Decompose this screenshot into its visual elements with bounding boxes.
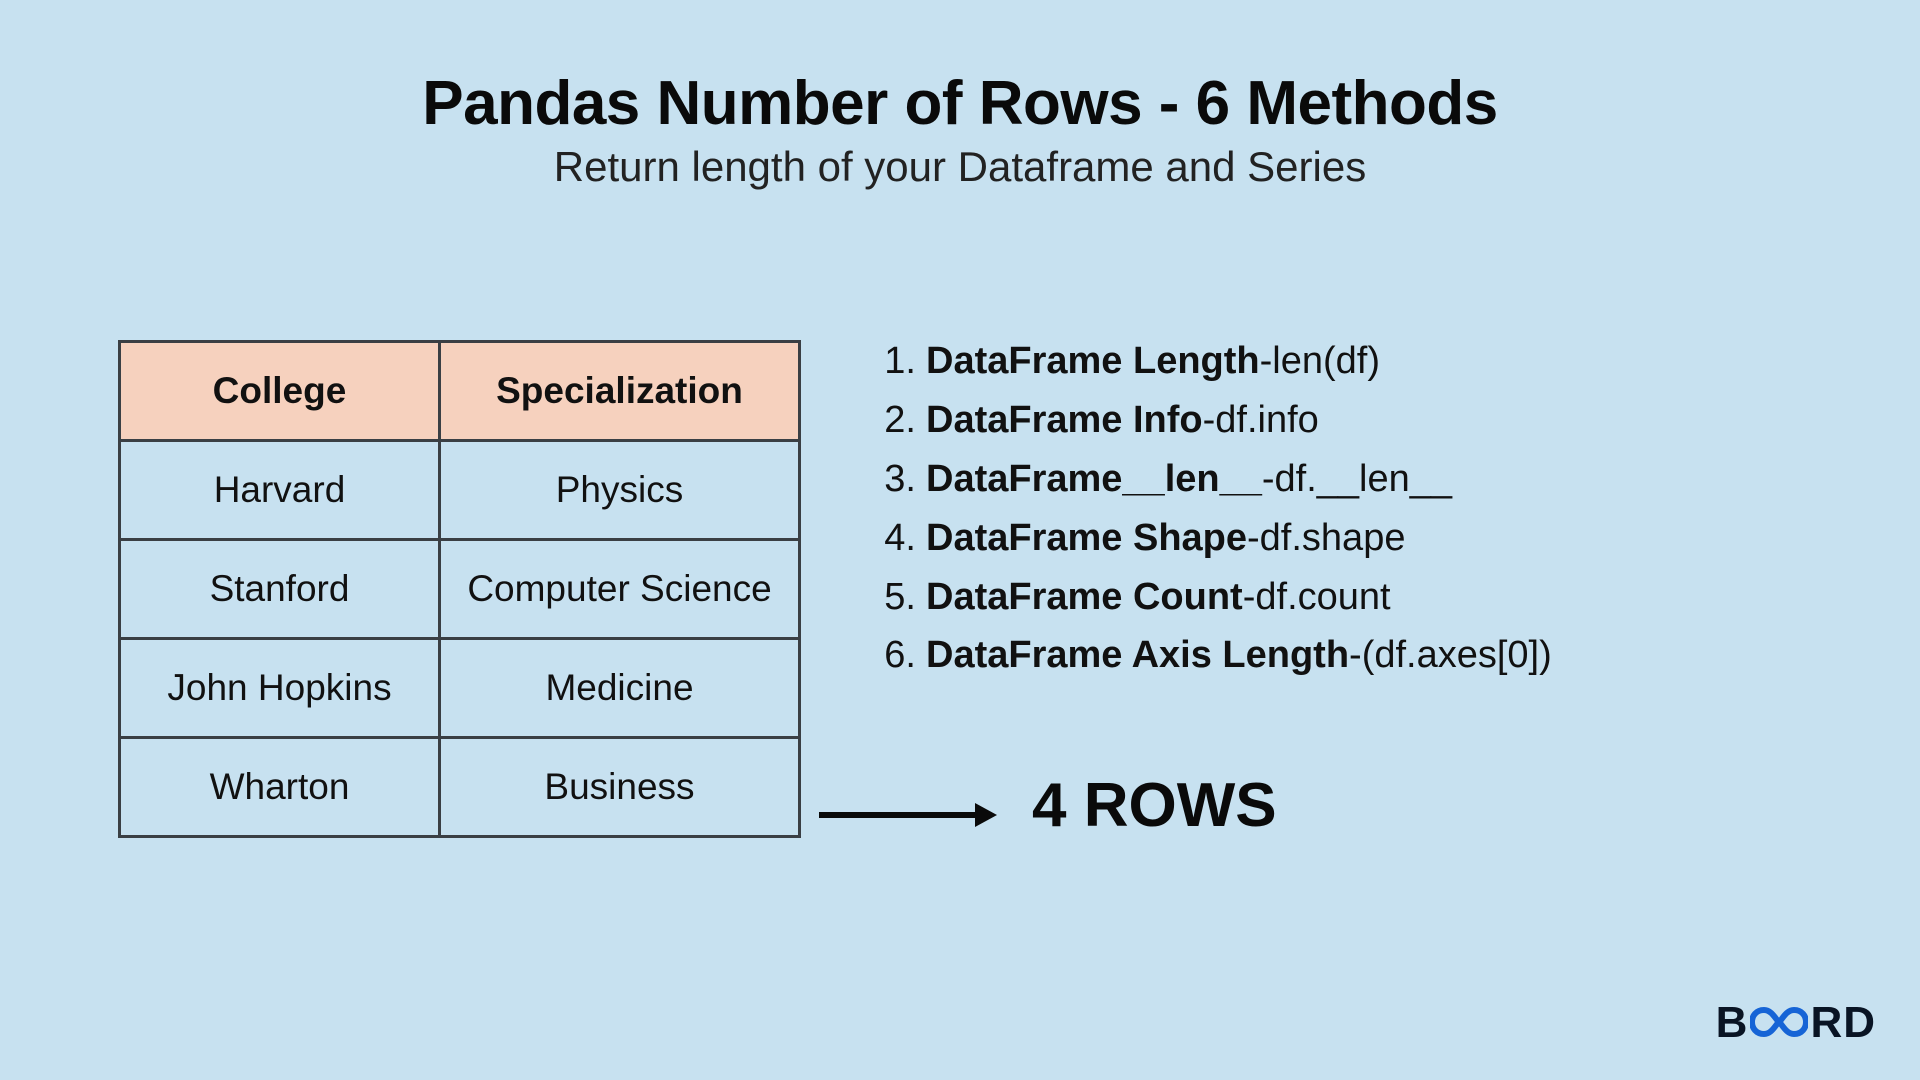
method-code: df.__len__: [1275, 450, 1453, 509]
list-item: 3. DataFrame__len__ - df.__len__: [870, 450, 1552, 509]
method-sep: -: [1243, 568, 1256, 627]
method-name: DataFrame Shape: [926, 509, 1247, 568]
dataframe-table: College Specialization Harvard Physics S…: [118, 340, 801, 838]
method-code: df.shape: [1260, 509, 1406, 568]
list-number: 2.: [870, 391, 916, 450]
infinity-icon: [1750, 1006, 1808, 1038]
method-sep: -: [1262, 450, 1275, 509]
table-row: Stanford Computer Science: [120, 540, 800, 639]
method-code: len(df): [1272, 332, 1380, 391]
cell-college: Harvard: [120, 441, 440, 540]
cell-college: Wharton: [120, 738, 440, 837]
method-code: df.info: [1215, 391, 1319, 450]
arrow-right-icon: [817, 800, 997, 830]
list-item: 2. DataFrame Info - df.info: [870, 391, 1552, 450]
method-sep: -: [1260, 332, 1273, 391]
method-name: DataFrame Info: [926, 391, 1203, 450]
method-sep: -: [1247, 509, 1260, 568]
rows-count-label: 4 ROWS: [1032, 770, 1277, 841]
table-row: Harvard Physics: [120, 441, 800, 540]
table-header-row: College Specialization: [120, 342, 800, 441]
list-number: 6.: [870, 626, 916, 685]
list-number: 4.: [870, 509, 916, 568]
brand-logo: B RD: [1716, 998, 1876, 1048]
list-number: 5.: [870, 568, 916, 627]
brand-text-b: B: [1716, 998, 1749, 1048]
col-header-college: College: [120, 342, 440, 441]
dataframe-table-wrap: College Specialization Harvard Physics S…: [118, 340, 801, 838]
cell-specialization: Medicine: [440, 639, 800, 738]
list-number: 1.: [870, 332, 916, 391]
list-item: 5. DataFrame Count - df.count: [870, 568, 1552, 627]
method-name: DataFrame Count: [926, 568, 1243, 627]
method-name: DataFrame Length: [926, 332, 1260, 391]
list-item: 1. DataFrame Length - len(df): [870, 332, 1552, 391]
method-code: (df.axes[0]): [1362, 626, 1552, 685]
brand-text-rd: RD: [1810, 998, 1876, 1048]
cell-specialization: Physics: [440, 441, 800, 540]
list-item: 6. DataFrame Axis Length - (df.axes[0]): [870, 626, 1552, 685]
cell-college: Stanford: [120, 540, 440, 639]
list-item: 4. DataFrame Shape - df.shape: [870, 509, 1552, 568]
col-header-specialization: Specialization: [440, 342, 800, 441]
table-row: John Hopkins Medicine: [120, 639, 800, 738]
page-title: Pandas Number of Rows - 6 Methods: [0, 68, 1920, 139]
method-sep: -: [1349, 626, 1362, 685]
table-row: Wharton Business: [120, 738, 800, 837]
page-subtitle: Return length of your Dataframe and Seri…: [0, 143, 1920, 191]
methods-list: 1. DataFrame Length - len(df) 2. DataFra…: [870, 332, 1552, 685]
cell-college: John Hopkins: [120, 639, 440, 738]
list-number: 3.: [870, 450, 916, 509]
method-name: DataFrame__len__: [926, 450, 1262, 509]
method-name: DataFrame Axis Length: [926, 626, 1349, 685]
heading-block: Pandas Number of Rows - 6 Methods Return…: [0, 68, 1920, 191]
cell-specialization: Business: [440, 738, 800, 837]
method-sep: -: [1203, 391, 1216, 450]
cell-specialization: Computer Science: [440, 540, 800, 639]
method-code: df.count: [1255, 568, 1390, 627]
